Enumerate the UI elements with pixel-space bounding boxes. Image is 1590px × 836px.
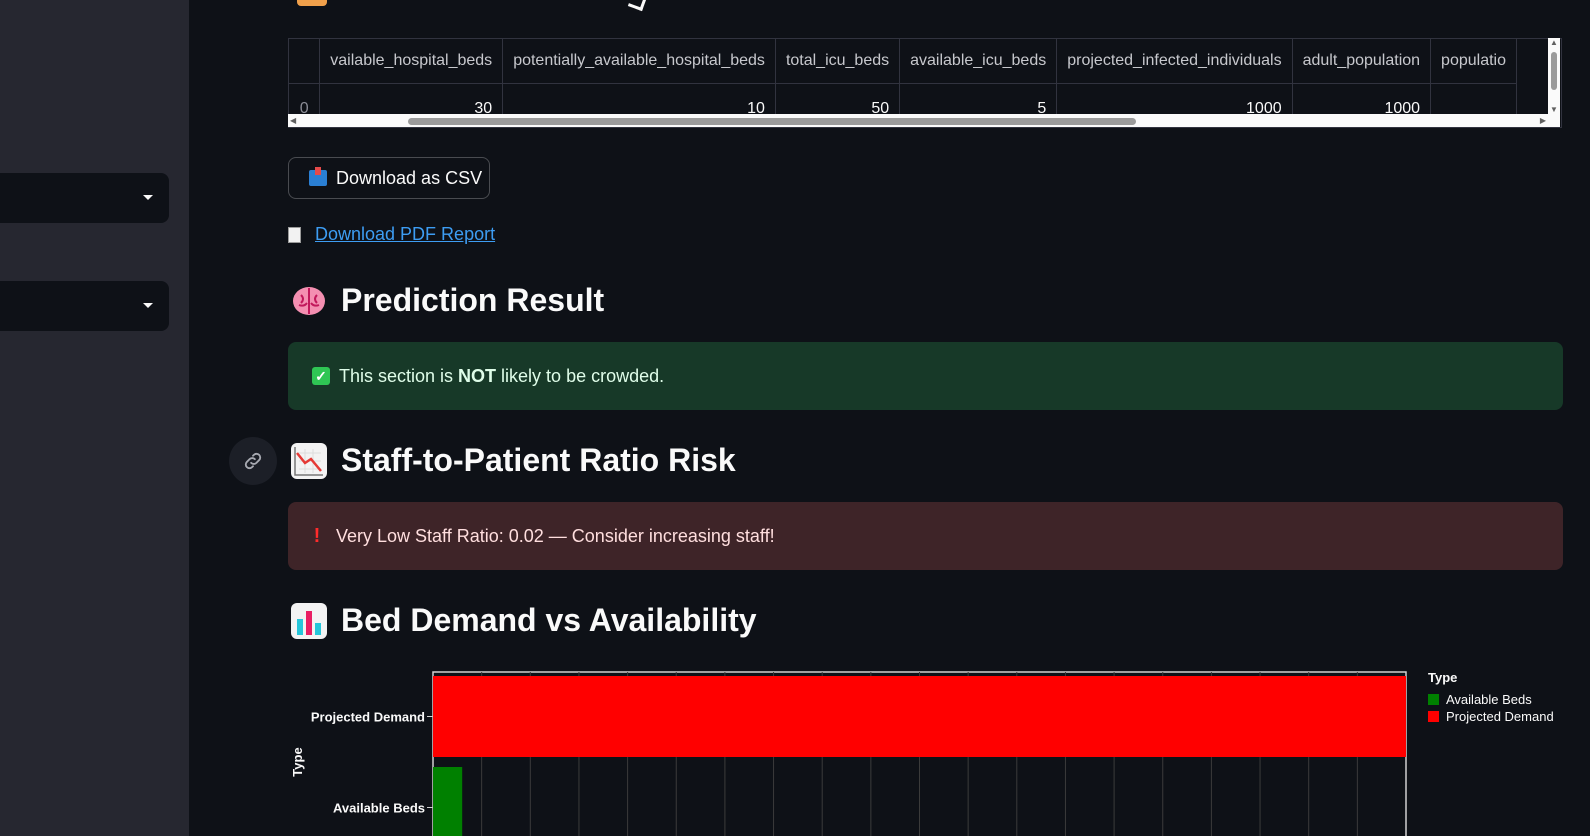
exclamation-icon: ! bbox=[313, 524, 321, 547]
scroll-left-icon[interactable]: ◀ bbox=[290, 116, 296, 125]
download-csv-button[interactable]: Download as CSV bbox=[288, 157, 490, 199]
category-label: Projected Demand bbox=[311, 710, 425, 725]
prediction-success-alert: ✓ This section is NOT likely to be crowd… bbox=[288, 342, 1563, 410]
legend-swatch bbox=[1428, 711, 1439, 722]
legend-label: Projected Demand bbox=[1446, 709, 1554, 724]
download-pdf-label: Download PDF Report bbox=[315, 224, 496, 244]
sidebar-select-1[interactable] bbox=[0, 173, 169, 223]
legend-swatch bbox=[1428, 694, 1439, 705]
brain-icon bbox=[291, 283, 327, 319]
column-header[interactable]: available_icu_beds bbox=[899, 39, 1058, 84]
scroll-up-icon[interactable]: ▲ bbox=[1550, 38, 1558, 47]
prediction-heading-text: Prediction Result bbox=[341, 282, 605, 318]
caret-down-icon bbox=[143, 303, 153, 308]
staff-message: Very Low Staff Ratio: 0.02 — Consider in… bbox=[336, 525, 775, 546]
staff-error-alert: ! Very Low Staff Ratio: 0.02 — Consider … bbox=[288, 502, 1563, 570]
staff-heading: Staff-to-Patient Ratio Risk bbox=[291, 442, 736, 479]
scroll-down-icon[interactable]: ▼ bbox=[1550, 105, 1558, 114]
bed-chart: Projected Demand Available Beds Type Type Av… bbox=[290, 670, 1554, 836]
index-header[interactable] bbox=[289, 39, 321, 84]
prediction-message: This section is NOT likely to be crowded… bbox=[339, 365, 665, 386]
bar-chart-icon bbox=[291, 602, 327, 639]
column-header[interactable]: populatio bbox=[1430, 39, 1517, 84]
section-icon-cut bbox=[297, 0, 327, 6]
cut-heading-fragment bbox=[627, 0, 648, 12]
column-header[interactable]: projected_infected_individuals bbox=[1056, 39, 1293, 84]
beds-heading-text: Bed Demand vs Availability bbox=[341, 602, 757, 638]
column-header[interactable]: total_icu_beds bbox=[775, 39, 901, 84]
link-anchor-button[interactable] bbox=[229, 437, 277, 485]
column-header[interactable]: vailable_hospital_beds bbox=[319, 39, 504, 84]
column-header[interactable]: adult_population bbox=[1292, 39, 1432, 84]
category-label: Available Beds bbox=[333, 801, 425, 816]
inbox-tray-icon bbox=[309, 167, 327, 186]
sidebar-select-2[interactable] bbox=[0, 281, 169, 331]
link-icon bbox=[244, 452, 262, 470]
download-csv-label: Download as CSV bbox=[336, 167, 483, 188]
prediction-heading: Prediction Result bbox=[291, 282, 604, 319]
legend-label: Available Beds bbox=[1446, 692, 1532, 707]
download-pdf-link[interactable]: Download PDF Report bbox=[288, 224, 495, 245]
column-header[interactable]: potentially_available_hospital_beds bbox=[502, 39, 776, 84]
scroll-right-icon[interactable]: ▶ bbox=[1540, 116, 1546, 125]
sidebar bbox=[0, 0, 189, 836]
scroll-thumb[interactable] bbox=[408, 118, 1136, 125]
page-icon bbox=[288, 226, 301, 243]
caret-down-icon bbox=[143, 195, 153, 200]
bar bbox=[433, 767, 463, 836]
table-vertical-scrollbar[interactable]: ▲ ▼ bbox=[1548, 38, 1560, 114]
staff-heading-text: Staff-to-Patient Ratio Risk bbox=[341, 442, 736, 478]
check-mark-icon: ✓ bbox=[312, 367, 330, 385]
scroll-thumb[interactable] bbox=[1551, 52, 1557, 90]
table-header-row: vailable_hospital_beds potentially_availa… bbox=[289, 39, 1517, 84]
y-axis-title: Type bbox=[290, 747, 305, 776]
chart-decreasing-icon bbox=[291, 442, 327, 479]
legend-title: Type bbox=[1428, 670, 1457, 685]
beds-heading: Bed Demand vs Availability bbox=[291, 602, 757, 639]
table-horizontal-scrollbar[interactable]: ◀ ▶ bbox=[288, 114, 1560, 127]
bar bbox=[433, 676, 1406, 757]
